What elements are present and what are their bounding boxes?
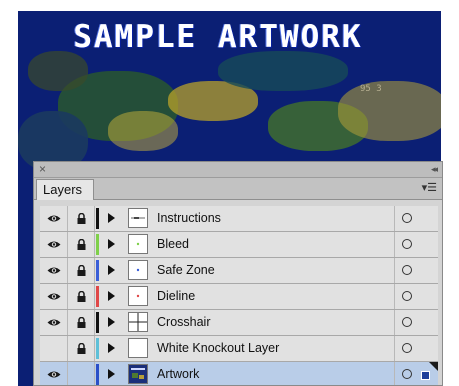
eye-icon <box>47 266 61 275</box>
layer-name[interactable]: Safe Zone <box>157 258 215 283</box>
visibility-toggle[interactable] <box>40 362 68 385</box>
layer-list: Instructions Bleed Safe Zone Dieline Crossha… <box>40 206 438 385</box>
target-circle-icon[interactable] <box>402 239 412 249</box>
tab-layers[interactable]: Layers <box>36 179 94 200</box>
lock-icon <box>77 343 86 354</box>
panel-title-bar[interactable]: × ◂◂ <box>34 162 442 178</box>
layer-thumbnail <box>128 208 148 228</box>
target-circle-icon[interactable] <box>402 213 412 223</box>
panel-menu-icon[interactable]: ▾☰ <box>422 181 437 194</box>
eye-icon <box>47 370 61 379</box>
visibility-toggle[interactable] <box>40 206 68 231</box>
layer-row[interactable]: Instructions <box>40 206 438 232</box>
close-icon[interactable]: × <box>39 162 46 177</box>
layer-color-swatch <box>96 286 99 307</box>
expand-triangle-icon[interactable] <box>108 239 115 249</box>
eye-icon <box>47 240 61 249</box>
lock-toggle[interactable] <box>68 336 95 361</box>
layer-color-swatch <box>96 364 99 385</box>
expand-triangle-icon[interactable] <box>108 343 115 353</box>
layers-panel: × ◂◂ Layers ▾☰ Instructions Bleed Safe Zon… <box>33 161 443 386</box>
visibility-toggle[interactable] <box>40 258 68 283</box>
visibility-toggle[interactable] <box>40 336 68 361</box>
layer-thumbnail <box>128 364 148 384</box>
layer-thumbnail <box>128 338 148 358</box>
column-divider <box>394 206 395 231</box>
column-divider <box>394 310 395 335</box>
layer-color-swatch <box>96 338 99 359</box>
layer-color-swatch <box>96 208 99 229</box>
column-divider <box>394 362 395 385</box>
column-divider <box>394 258 395 283</box>
layer-name[interactable]: Instructions <box>157 206 221 231</box>
selection-indicator <box>421 371 430 380</box>
layer-row[interactable]: Artwork <box>40 362 438 385</box>
layer-row[interactable]: Crosshair <box>40 310 438 336</box>
target-circle-icon[interactable] <box>402 343 412 353</box>
lock-toggle[interactable] <box>68 284 95 309</box>
layer-name[interactable]: Dieline <box>157 284 195 309</box>
layer-row[interactable]: Bleed <box>40 232 438 258</box>
artwork-title: SAMPLE ARTWORK <box>73 19 363 55</box>
lock-icon <box>77 317 86 328</box>
lock-icon <box>77 291 86 302</box>
layer-thumbnail <box>128 286 148 306</box>
target-circle-icon[interactable] <box>402 265 412 275</box>
texture-blob <box>28 51 88 91</box>
layer-name[interactable]: Artwork <box>157 362 199 385</box>
layer-row[interactable]: Dieline <box>40 284 438 310</box>
eye-icon <box>47 318 61 327</box>
target-circle-icon[interactable] <box>402 291 412 301</box>
lock-toggle[interactable] <box>68 258 95 283</box>
layer-thumbnail <box>128 260 148 280</box>
lock-toggle[interactable] <box>68 310 95 335</box>
visibility-toggle[interactable] <box>40 232 68 257</box>
lock-icon <box>77 239 86 250</box>
current-layer-indicator <box>429 362 438 371</box>
lock-toggle[interactable] <box>68 206 95 231</box>
layer-thumbnail <box>128 312 148 332</box>
artwork-code-text: 95 3 <box>360 84 382 94</box>
texture-blob <box>108 111 178 151</box>
texture-blob <box>338 81 441 141</box>
layer-name[interactable]: Bleed <box>157 232 189 257</box>
column-divider <box>394 232 395 257</box>
texture-blob <box>218 51 348 91</box>
layer-thumbnail <box>128 234 148 254</box>
visibility-toggle[interactable] <box>40 310 68 335</box>
eye-icon <box>47 214 61 223</box>
lock-icon <box>77 213 86 224</box>
visibility-toggle[interactable] <box>40 284 68 309</box>
layer-row[interactable]: White Knockout Layer <box>40 336 438 362</box>
column-divider <box>394 284 395 309</box>
expand-triangle-icon[interactable] <box>108 317 115 327</box>
lock-icon <box>77 265 86 276</box>
column-divider <box>394 336 395 361</box>
expand-triangle-icon[interactable] <box>108 265 115 275</box>
expand-triangle-icon[interactable] <box>108 291 115 301</box>
expand-triangle-icon[interactable] <box>108 369 115 379</box>
layer-name[interactable]: White Knockout Layer <box>157 336 279 361</box>
panel-tab-strip: Layers ▾☰ <box>34 178 442 200</box>
collapse-icon[interactable]: ◂◂ <box>431 163 438 176</box>
layer-color-swatch <box>96 260 99 281</box>
lock-toggle[interactable] <box>68 362 95 385</box>
layer-color-swatch <box>96 234 99 255</box>
lock-toggle[interactable] <box>68 232 95 257</box>
layer-name[interactable]: Crosshair <box>157 310 211 335</box>
layer-color-swatch <box>96 312 99 333</box>
layer-row[interactable]: Safe Zone <box>40 258 438 284</box>
expand-triangle-icon[interactable] <box>108 213 115 223</box>
target-circle-icon[interactable] <box>402 369 412 379</box>
target-circle-icon[interactable] <box>402 317 412 327</box>
eye-icon <box>47 292 61 301</box>
